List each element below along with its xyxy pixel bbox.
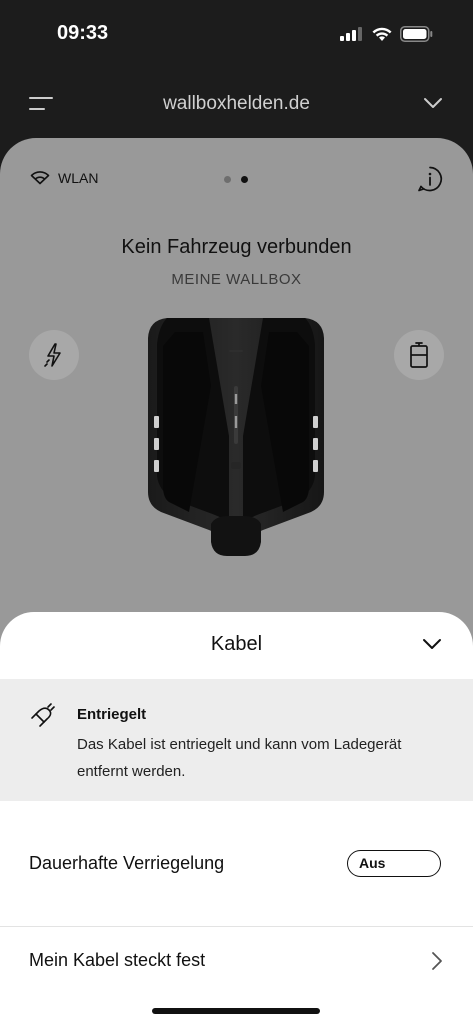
chevron-right-icon[interactable] [431, 951, 443, 971]
vehicle-status-title: Kein Fahrzeug verbunden [121, 236, 352, 258]
page-indicator[interactable] [224, 176, 248, 183]
device-name: MEINE WALLBOX [171, 271, 302, 288]
connection-label: WLAN [58, 170, 99, 186]
permanent-lock-toggle[interactable]: Aus [347, 850, 441, 877]
connection-status: WLAN [30, 170, 98, 186]
sheet-title[interactable]: Kabel [0, 633, 473, 656]
stuck-cable-link[interactable]: Mein Kabel steckt fest [29, 950, 205, 971]
header-title[interactable]: wallboxhelden.de [0, 93, 473, 115]
permanent-lock-label: Dauerhafte Verriegelung [29, 853, 225, 873]
home-indicator[interactable] [152, 1008, 320, 1014]
info-icon[interactable] [417, 166, 443, 192]
battery-icon [400, 26, 433, 42]
unplugged-icon [31, 703, 55, 727]
charging-button[interactable] [29, 330, 79, 380]
charging-lightning-icon [44, 343, 61, 367]
status-icons [340, 26, 433, 42]
battery-level-button[interactable] [394, 330, 444, 380]
cable-status-heading: Entriegelt [77, 706, 147, 723]
divider [0, 926, 473, 927]
chevron-down-icon[interactable] [422, 637, 442, 651]
wifi-icon [372, 27, 392, 41]
app-screen: 09:33 wallboxhelden.de WLAN Kein Fahrzeu… [0, 0, 473, 1024]
status-time: 09:33 [57, 22, 109, 44]
battery-level-icon [410, 342, 428, 368]
wifi-icon [30, 171, 50, 185]
cellular-signal-icon [340, 27, 362, 41]
chevron-down-icon[interactable] [423, 96, 443, 110]
wallbox-image [148, 318, 324, 556]
cable-status-text: Das Kabel ist entriegelt und kann vom La… [77, 736, 402, 780]
page-dot-active[interactable] [241, 176, 248, 183]
page-dot[interactable] [224, 176, 231, 183]
